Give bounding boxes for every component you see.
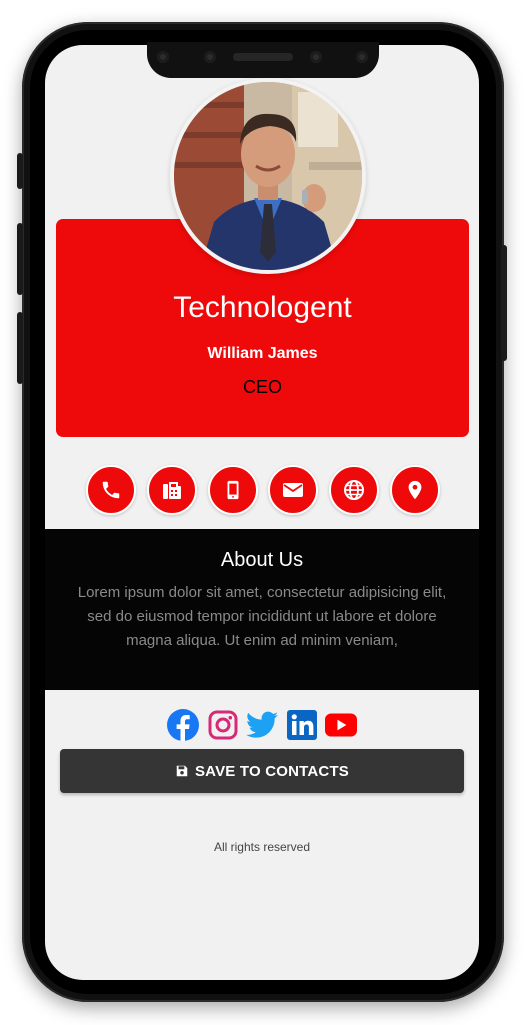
facebook-link[interactable] [167,709,199,741]
footer-text: All rights reserved [213,840,311,854]
volume-up-button [17,223,23,295]
profile-photo [174,82,362,270]
phone-icon [102,481,120,499]
sensor-icon [356,51,368,63]
mute-switch [17,153,23,189]
website-button[interactable] [329,465,380,515]
save-to-contacts-button[interactable]: SAVE TO CONTACTS [60,749,464,793]
social-links [167,709,357,741]
person-name: William James [207,345,318,362]
volume-down-button [17,312,23,384]
notch [147,42,379,78]
youtube-link[interactable] [325,709,357,741]
instagram-link[interactable] [207,709,239,741]
youtube-icon [325,713,357,737]
location-button[interactable] [389,465,440,515]
save-button-label: SAVE TO CONTACTS [194,762,350,780]
avatar [170,78,366,274]
camera-icon [204,51,216,63]
facebook-icon [167,709,199,741]
mobile-button[interactable] [207,465,258,515]
fax-button[interactable] [146,465,197,515]
linkedin-link[interactable] [286,709,318,741]
job-title: CEO [242,377,282,397]
linkedin-icon [286,710,317,740]
fax-icon [162,482,181,499]
contact-actions [86,465,440,515]
phone-button[interactable] [86,465,136,515]
power-button [501,245,507,361]
instagram-icon [208,710,237,740]
about-text: Lorem ipsum dolor sit amet, consectetur … [77,584,447,649]
twitter-icon [246,711,278,738]
about-heading: About Us [220,549,304,571]
twitter-link[interactable] [246,709,278,741]
floppy-disk-icon [176,765,188,777]
website-icon [344,480,365,500]
about-section: About Us Lorem ipsum dolor sit amet, con… [45,529,479,690]
screen: Technologent William James CEO About Us … [45,45,479,980]
mobile-icon [227,480,239,500]
speaker-grill [233,53,293,61]
sensor-icon [157,51,169,63]
sensor-icon [310,51,322,63]
email-button[interactable] [268,465,319,515]
email-icon [283,483,304,497]
location-icon [408,480,422,500]
company-name: Technologent [173,291,352,324]
